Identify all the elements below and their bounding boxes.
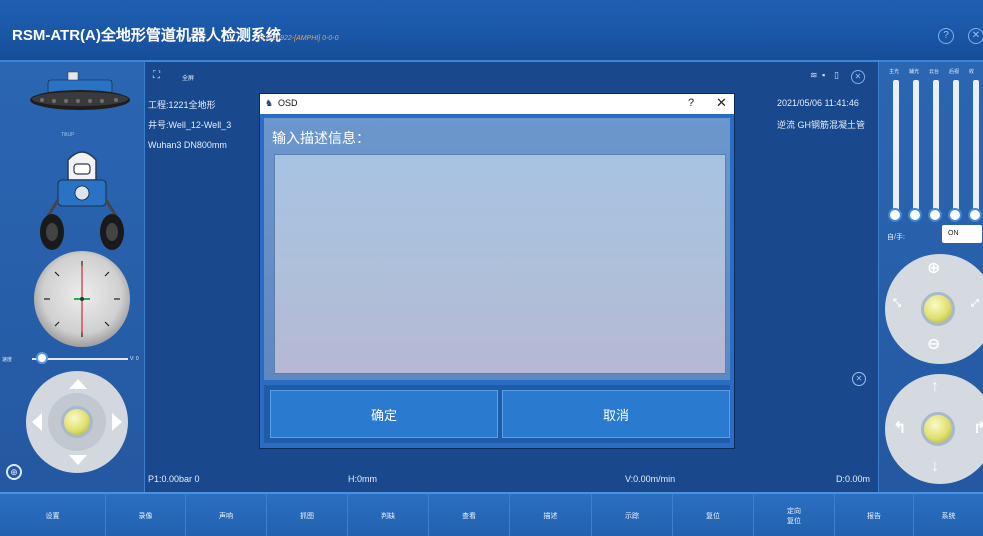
app-version: V1.0.20922-[AMPHI] 0-0-0	[256, 35, 339, 42]
rotate-right-icon[interactable]: ↱	[973, 418, 983, 438]
speed-slider-label: 速度	[2, 357, 13, 363]
arrow-left-icon[interactable]	[32, 413, 42, 431]
slider-knob[interactable]	[948, 208, 962, 222]
toolbar-reset-button[interactable]: 复位	[673, 494, 754, 536]
velocity-status: V:0.00m/min	[625, 474, 676, 484]
auto-manual-toggle[interactable]: ON	[942, 225, 982, 243]
datetime-info: 2021/05/06 11:41:46	[777, 98, 859, 108]
drive-dpad[interactable]	[26, 371, 128, 473]
confirm-button[interactable]: 确定	[270, 390, 498, 438]
well-info: 井号:Well_12-Well_3	[148, 120, 232, 130]
toolbar-record-button[interactable]: 录像	[106, 494, 186, 536]
height-status: H:0mm	[348, 474, 377, 484]
speed-slider[interactable]	[26, 352, 134, 364]
app-title: RSM-ATR(A)全地形管道机器人检测系统	[12, 27, 281, 44]
arrow-down-icon[interactable]	[69, 455, 87, 465]
main-light-slider[interactable]	[888, 80, 902, 222]
robot-front-label: TiltUP	[61, 132, 75, 138]
distance-status: D:0.00m	[836, 474, 871, 484]
dialog-body: 输入描述信息：	[264, 118, 730, 380]
slider-knob[interactable]	[908, 208, 922, 222]
aux-light-slider[interactable]	[908, 80, 922, 222]
close-icon[interactable]: ✕	[968, 28, 983, 44]
pipe-info: Wuhan3 DN800mm	[148, 140, 227, 150]
bottom-toolbar: 设置 录像 声响 抓图 判缺 查看 描述 示踪 复位 定向 复位 报告 系统	[0, 492, 983, 536]
toolbar-capture-button[interactable]: 抓图	[267, 494, 348, 536]
toolbar-settings-button[interactable]: 设置	[0, 494, 106, 536]
battery-icon: ▯	[834, 70, 839, 80]
help-icon[interactable]: ?	[938, 28, 954, 44]
camera-move-pad[interactable]: ↑ ↓ ↰ ↱	[885, 374, 983, 484]
app-logo-icon: ♞	[265, 98, 274, 108]
app-root: RSM-ATR(A)全地形管道机器人检测系统 V1.0.20922-[AMPHI…	[0, 0, 983, 536]
project-info: 工程:1221全地形	[148, 100, 216, 110]
toolbar-sound-button[interactable]: 声响	[186, 494, 267, 536]
slider-label-main-light: 主光	[889, 69, 900, 75]
arrow-right-icon[interactable]	[112, 413, 122, 431]
dialog-close-button[interactable]: ✕	[716, 95, 727, 111]
slider-label-aux-light: 辅光	[909, 69, 920, 75]
camera-zoom-pad[interactable]: ⊕ ⊖ ⤡ ⤢	[885, 254, 983, 364]
osd-dialog: ♞ OSD ? ✕ 输入描述信息： 确定 取消	[259, 93, 735, 449]
move-pad-center-button[interactable]	[921, 412, 955, 446]
description-input[interactable]	[274, 154, 726, 374]
ptz-slider[interactable]	[928, 80, 942, 222]
fullscreen-label: 全屏	[182, 76, 195, 82]
arrow-up-icon[interactable]: ↑	[931, 378, 939, 396]
slider-knob[interactable]	[928, 208, 942, 222]
toolbar-describe-button[interactable]: 描述	[510, 494, 592, 536]
slider-label-ptz: 云台	[929, 69, 940, 75]
zoom-pad-center-button[interactable]	[921, 292, 955, 326]
rotate-left-icon[interactable]: ↰	[893, 418, 906, 438]
arrow-down-icon[interactable]: ↓	[931, 458, 939, 476]
zoom-in-icon[interactable]: ⊕	[927, 258, 940, 278]
flow-info: 逆流 GH钢筋混凝土管	[777, 120, 866, 130]
toggle-on-label: ON	[948, 230, 959, 237]
left-panel: TiltUP 速度 V: 0 ⊕	[0, 62, 145, 492]
network-icon: ▪	[822, 70, 826, 80]
dialog-title: OSD	[278, 98, 298, 108]
center-close-icon[interactable]: ✕	[852, 372, 866, 386]
cancel-button[interactable]: 取消	[502, 390, 730, 438]
speed-slider-knob[interactable]	[36, 352, 48, 364]
toolbar-trace-button[interactable]: 示踪	[592, 494, 673, 536]
slider-label-retract: 收	[969, 69, 975, 75]
speed-value-label: V: 0	[130, 356, 139, 362]
collapse-icon[interactable]: ⤡	[893, 298, 901, 309]
wifi-icon: ≋	[810, 70, 818, 80]
toolbar-view-button[interactable]: 查看	[429, 494, 510, 536]
robot-side-view-icon	[30, 71, 130, 110]
dialog-prompt: 输入描述信息：	[272, 130, 370, 146]
dialog-footer: 确定 取消	[264, 385, 730, 443]
toolbar-defect-button[interactable]: 判缺	[348, 494, 429, 536]
expand-icon[interactable]: ⤢	[971, 298, 979, 309]
arrow-up-icon[interactable]	[69, 379, 87, 389]
toolbar-system-button[interactable]: 系统	[914, 494, 983, 536]
auto-manual-label: 自/手:	[887, 234, 905, 241]
inclination-gauge	[34, 251, 130, 347]
slider-label-rear-view: 后视	[949, 69, 960, 75]
slider-knob[interactable]	[888, 208, 902, 222]
retract-slider[interactable]	[968, 80, 982, 222]
dialog-help-button[interactable]: ?	[688, 97, 694, 109]
drive-dpad-center-button[interactable]	[61, 406, 93, 438]
steering-wheel-icon[interactable]: ⊕	[6, 464, 22, 480]
overlay-close-icon[interactable]: ✕	[851, 70, 865, 84]
toolbar-orient-reset-button[interactable]: 定向 复位	[754, 494, 835, 536]
toolbar-report-button[interactable]: 报告	[835, 494, 914, 536]
rear-view-slider[interactable]	[948, 80, 962, 222]
fullscreen-icon[interactable]: ⛶	[153, 70, 160, 81]
dialog-titlebar: ♞ OSD ? ✕	[260, 94, 734, 114]
pressure-status: P1:0.00bar 0	[148, 474, 200, 484]
right-panel: 主光 辅光 云台 后视 收 自/手: ON ⊕ ⊖ ⤡ ⤢ ↑ ↓ ↰ ↱	[878, 62, 983, 492]
zoom-out-icon[interactable]: ⊖	[927, 334, 940, 354]
app-header: RSM-ATR(A)全地形管道机器人检测系统 V1.0.20922-[AMPHI…	[0, 0, 983, 62]
slider-knob[interactable]	[968, 208, 982, 222]
